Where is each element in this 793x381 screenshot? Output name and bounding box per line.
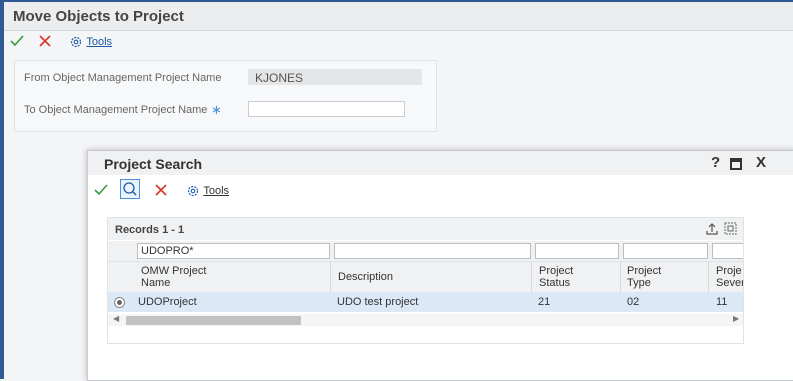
column-divider <box>620 262 621 292</box>
table-row[interactable]: UDOProject UDO test project 21 02 11 <box>108 292 743 312</box>
column-divider <box>531 262 532 292</box>
records-count: Records 1 - 1 <box>115 224 185 236</box>
results-grid: Records 1 - 1 UDOPRO* OMW Project Name D… <box>107 217 744 344</box>
horizontal-scrollbar[interactable]: ◀ ▶ <box>108 314 743 326</box>
help-button[interactable]: ? <box>711 154 720 171</box>
qbe-description-filter[interactable] <box>334 243 531 259</box>
column-header-description[interactable]: Description <box>338 271 393 283</box>
from-project-field: KJONES <box>248 69 422 85</box>
select-button[interactable] <box>93 182 109 201</box>
grid-personalize-button[interactable] <box>723 221 738 239</box>
window-header: Move Objects to Project <box>4 2 793 31</box>
gear-icon <box>187 185 199 196</box>
column-header-row: OMW Project Name Description Project Sta… <box>108 261 743 293</box>
scrollbar-thumb[interactable] <box>126 316 301 325</box>
scroll-left-icon[interactable]: ◀ <box>113 314 119 323</box>
cell-status: 21 <box>538 296 551 308</box>
tools-menu-button[interactable]: Tools <box>69 34 112 49</box>
left-accent-bar <box>0 0 4 379</box>
cell-severity: 11 <box>716 296 728 308</box>
dialog-cancel-button[interactable] <box>153 182 169 201</box>
maximize-icon <box>730 158 742 170</box>
column-divider <box>708 262 709 292</box>
to-project-input[interactable] <box>248 101 405 117</box>
checkmark-icon <box>10 35 24 47</box>
main-toolbar: Tools <box>4 31 793 53</box>
project-search-dialog: Project Search ? X Tools Records 1 - 1 U… <box>87 150 793 381</box>
page-title: Move Objects to Project <box>13 8 184 25</box>
tools-label: Tools <box>86 36 113 48</box>
required-marker: ∗ <box>211 102 222 117</box>
grid-header-bar: Records 1 - 1 <box>108 218 743 240</box>
gear-icon <box>70 36 82 47</box>
close-x-icon <box>155 184 167 196</box>
close-x-icon <box>39 35 51 47</box>
export-icon <box>706 223 718 235</box>
to-project-label: To Object Management Project Name <box>24 104 208 116</box>
column-header-status[interactable]: Project Status <box>539 265 573 289</box>
find-button[interactable] <box>120 179 140 202</box>
from-project-label: From Object Management Project Name <box>24 72 222 84</box>
dialog-tools-label: Tools <box>203 185 230 197</box>
cell-project-name[interactable]: UDOProject <box>138 296 197 308</box>
ok-button[interactable] <box>9 33 25 52</box>
column-header-severity[interactable]: Proje Sever <box>716 265 743 289</box>
scroll-right-icon[interactable]: ▶ <box>733 314 739 323</box>
qbe-status-filter[interactable] <box>535 243 619 259</box>
column-header-name[interactable]: OMW Project Name <box>141 265 206 289</box>
query-by-example-row: UDOPRO* <box>108 241 743 261</box>
cancel-button[interactable] <box>37 33 53 52</box>
search-icon <box>120 179 140 199</box>
column-divider <box>330 262 331 292</box>
cell-type: 02 <box>627 296 640 308</box>
maximize-button[interactable] <box>730 157 742 174</box>
dialog-title: Project Search <box>104 156 203 172</box>
dialog-close-button[interactable]: X <box>756 154 766 171</box>
cell-description: UDO test project <box>337 296 419 308</box>
checkmark-icon <box>94 184 108 196</box>
project-form-panel: From Object Management Project Name KJON… <box>14 60 437 132</box>
dialog-header: Project Search ? X <box>88 151 793 175</box>
export-button[interactable] <box>705 222 719 239</box>
dialog-tools-menu-button[interactable]: Tools <box>186 183 229 198</box>
qbe-type-filter[interactable] <box>623 243 708 259</box>
grid-settings-icon <box>724 222 737 235</box>
column-header-type[interactable]: Project Type <box>627 265 661 289</box>
row-select-radio[interactable] <box>114 297 125 308</box>
qbe-name-filter[interactable]: UDOPRO* <box>137 243 330 259</box>
qbe-severity-filter[interactable] <box>712 243 743 259</box>
